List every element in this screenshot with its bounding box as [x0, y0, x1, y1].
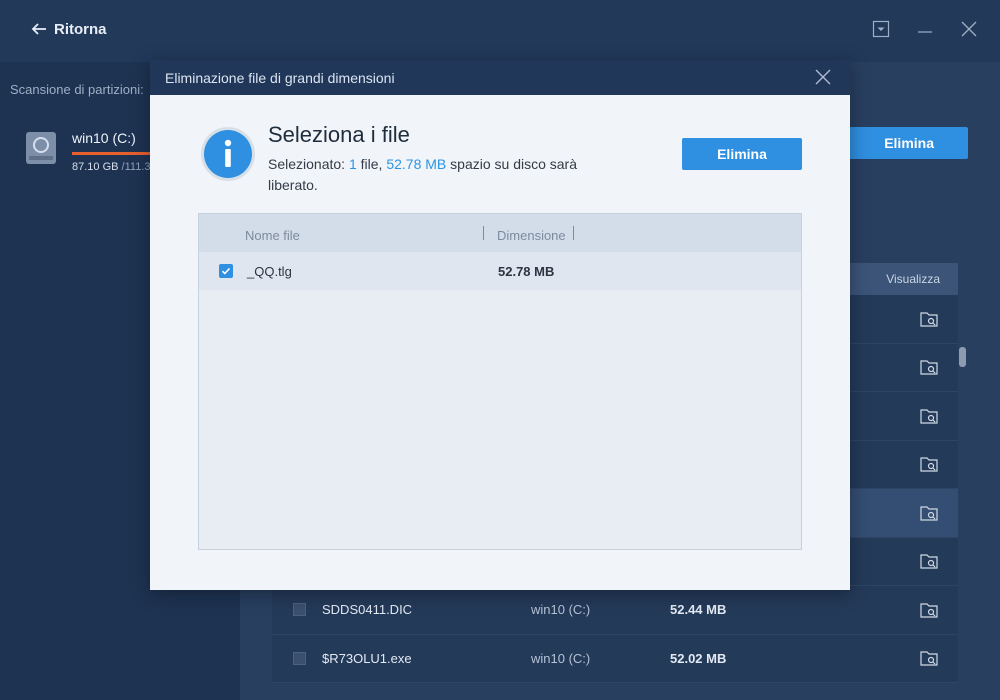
scan-label: Scansione di partizioni: — [10, 82, 144, 97]
column-file-name[interactable]: Nome file — [245, 228, 300, 243]
back-label: Ritorna — [54, 20, 107, 38]
row-file-name: $R73OLU1.exe — [322, 650, 412, 666]
row-drive: win10 (C:) — [531, 602, 591, 618]
close-icon — [961, 21, 977, 37]
title-bar: Ritorna — [0, 0, 1000, 62]
row-size: 52.44 MB — [670, 602, 727, 618]
summary-prefix: Selezionato: — [268, 156, 349, 172]
row-size: 52.02 MB — [670, 650, 727, 666]
close-icon[interactable] — [814, 68, 832, 86]
file-checkbox[interactable] — [219, 264, 233, 278]
table-row[interactable]: SDDS0411.DIC win10 (C:) 52.44 MB — [272, 586, 958, 635]
drive-total: /111.3 — [118, 161, 151, 173]
folder-search-icon[interactable] — [920, 650, 938, 666]
row-drive: win10 (C:) — [531, 650, 591, 666]
folder-search-icon[interactable] — [920, 311, 938, 327]
column-size[interactable]: Dimensione — [497, 228, 566, 243]
table-header: Nome file Dimensione — [199, 214, 801, 252]
column-separator[interactable] — [483, 226, 484, 240]
delete-button-background[interactable]: Elimina — [848, 127, 968, 159]
summary-mid: file, — [356, 156, 387, 172]
folder-search-icon[interactable] — [920, 553, 938, 569]
selected-size: 52.78 MB — [386, 156, 447, 172]
checkmark-icon — [221, 267, 231, 275]
view-column-header: Visualizza — [886, 272, 940, 286]
folder-search-icon[interactable] — [920, 505, 938, 521]
file-name: _QQ.tlg — [247, 264, 292, 279]
disk-drive-icon — [26, 132, 56, 164]
table-row[interactable]: $R73OLU1.exe win10 (C:) 52.02 MB — [272, 634, 958, 683]
info-icon — [201, 127, 255, 181]
selected-count: 1 — [348, 156, 357, 172]
row-checkbox[interactable] — [293, 603, 306, 617]
column-separator[interactable] — [573, 226, 574, 240]
drive-used: 87.10 GB — [72, 161, 119, 173]
row-file-name: SDDS0411.DIC — [322, 602, 413, 618]
delete-button[interactable]: Elimina — [682, 138, 802, 170]
minimize-button[interactable] — [914, 18, 936, 40]
large-files-dialog: Eliminazione file di grandi dimensioni S… — [150, 60, 850, 590]
scrollbar-thumb[interactable] — [959, 347, 966, 367]
row-checkbox[interactable] — [293, 651, 306, 665]
minimize-icon — [918, 31, 932, 33]
back-button[interactable]: Ritorna — [30, 20, 107, 38]
window-controls — [870, 18, 980, 40]
dropdown-box-icon — [872, 20, 890, 38]
folder-search-icon[interactable] — [920, 408, 938, 424]
table-row[interactable]: _QQ.tlg 52.78 MB — [199, 252, 801, 290]
dialog-title: Eliminazione file di grandi dimensioni — [165, 70, 395, 86]
arrow-left-icon — [31, 23, 46, 35]
folder-search-icon[interactable] — [920, 359, 938, 375]
selected-files-table: Nome file Dimensione _QQ.tlg 52.78 MB — [198, 213, 802, 550]
dropdown-menu-button[interactable] — [870, 18, 892, 40]
dialog-heading: Seleziona i file — [268, 122, 410, 147]
close-window-button[interactable] — [958, 18, 980, 40]
dialog-header: Eliminazione file di grandi dimensioni — [150, 60, 850, 95]
folder-search-icon[interactable] — [920, 602, 938, 618]
file-size: 52.78 MB — [498, 264, 555, 279]
folder-search-icon[interactable] — [920, 456, 938, 472]
selection-summary: Selezionato: 1 file, 52.78 MB spazio su … — [268, 154, 628, 196]
